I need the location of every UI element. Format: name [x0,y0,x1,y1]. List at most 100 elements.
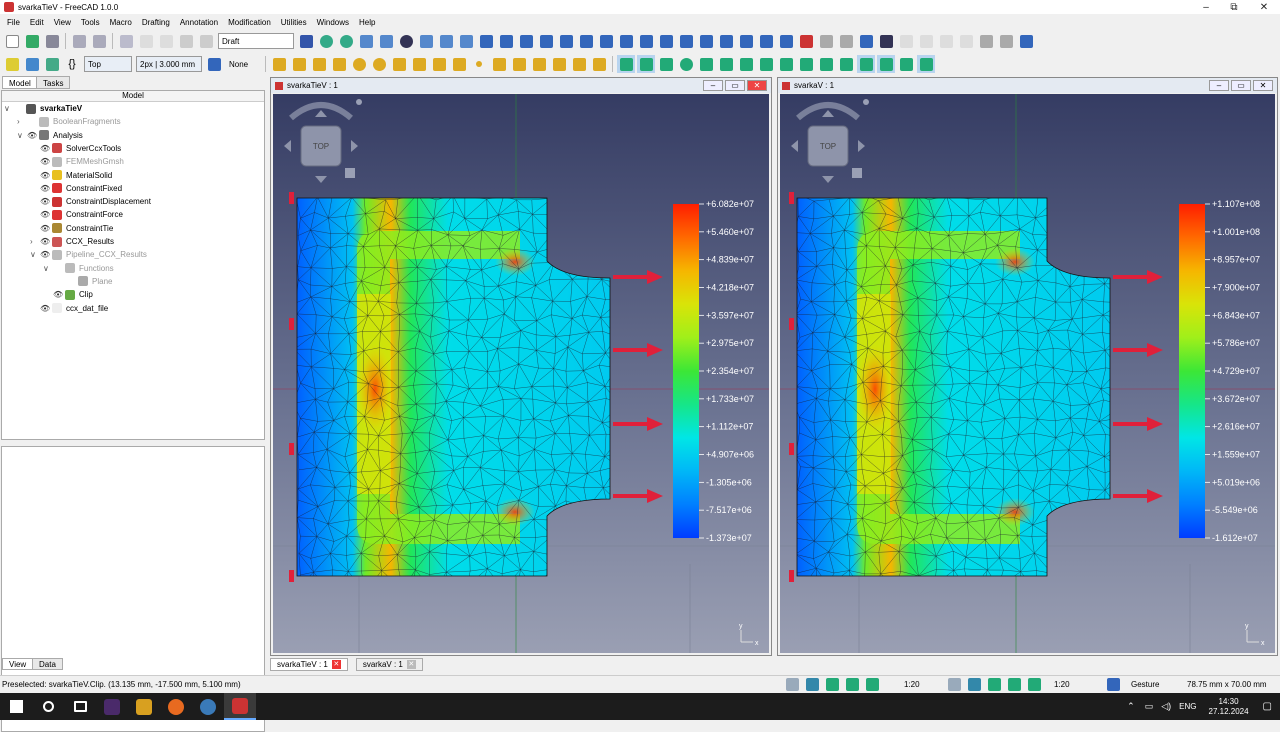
heal-icon[interactable] [997,32,1015,50]
menu-edit[interactable]: Edit [25,18,49,27]
volume-icon[interactable]: ◁) [1161,701,1171,712]
toggle-display-mode-icon[interactable] [977,32,995,50]
tab-model[interactable]: Model [2,76,38,89]
snap-status-icon[interactable] [1005,676,1023,694]
delete-icon[interactable] [197,32,215,50]
menu-view[interactable]: View [49,18,76,27]
toggle-grid-icon[interactable] [917,55,935,73]
visibility-eye-icon[interactable]: 👁 [40,197,50,206]
view-window-plain[interactable]: svarkaV : 1 – ▭ ✕ +1.107e+08 +1.001e+08 +8… [777,77,1278,656]
zoom-fit-icon[interactable] [317,32,335,50]
dimension-readout[interactable]: 78.75 mm x 70.00 mm [1187,680,1267,689]
view-close-button[interactable]: ✕ [1253,80,1273,91]
snap-status-icon[interactable] [863,676,881,694]
clock[interactable]: 14:30 27.12.2024 [1209,697,1249,717]
tree-item[interactable]: Plane [56,275,112,288]
point-icon[interactable] [470,55,488,73]
copy-icon[interactable] [137,32,155,50]
link-icon[interactable] [43,55,61,73]
snap-midpoint-icon[interactable] [657,55,675,73]
view-right-icon[interactable] [457,32,475,50]
view-maximize-button[interactable]: ▭ [1231,80,1251,91]
tree-item[interactable]: 👁 ConstraintFixed [30,182,122,195]
select-group-icon[interactable] [937,32,955,50]
visibility-eye-icon[interactable]: 👁 [27,131,37,140]
menu-modification[interactable]: Modification [223,18,276,27]
scale-icon[interactable] [517,32,535,50]
new-document-icon[interactable] [3,32,21,50]
view-window-tie[interactable]: svarkaTieV : 1 – ▭ ✕ +6.082e+07 +5.460e+0… [270,77,772,656]
menu-utilities[interactable]: Utilities [276,18,312,27]
taskbar-app-icon[interactable] [128,693,160,720]
layer-icon[interactable] [857,32,875,50]
visibility-eye-icon[interactable]: 👁 [40,184,50,193]
snap-special-icon[interactable] [797,55,815,73]
refresh-icon[interactable] [117,32,135,50]
visibility-eye-icon[interactable]: 👁 [40,224,50,233]
tree-item[interactable]: › 👁 CCX_Results [30,235,114,248]
firefox-icon[interactable] [160,693,192,720]
redo-icon[interactable] [90,32,108,50]
working-plane-icon[interactable] [877,32,895,50]
tree-item[interactable]: 👁 ConstraintForce [30,208,123,221]
nav-arrow-right-icon[interactable] [858,140,865,152]
folder-icon[interactable] [23,55,41,73]
notification-icon[interactable]: ▢ [1263,701,1272,712]
open-document-icon[interactable] [23,32,41,50]
navigation-cube[interactable]: TOP [284,99,362,183]
bezier-icon[interactable] [450,55,468,73]
nav-mini-cube-icon[interactable] [345,168,355,178]
snap-dimensions-icon[interactable] [897,55,915,73]
snap-none-button[interactable]: None [226,56,260,72]
whats-this-icon[interactable] [297,32,315,50]
paste-icon[interactable] [157,32,175,50]
draw-style-status-icon[interactable] [1104,676,1122,694]
view-minimize-button[interactable]: – [703,80,723,91]
nav-arrow-up-icon[interactable] [822,110,834,117]
navigation-cube[interactable]: TOP [791,99,869,183]
split-icon[interactable] [697,32,715,50]
cut-icon[interactable] [177,32,195,50]
snap-working-plane-icon[interactable] [877,55,895,73]
menu-macro[interactable]: Macro [105,18,137,27]
stretch-icon[interactable] [577,32,595,50]
snap-endpoint-icon[interactable] [637,55,655,73]
fem-result-viewport[interactable]: +6.082e+07 +5.460e+07 +4.839e+07 +4.218e+07… [273,94,769,653]
close-tab-icon[interactable]: ✕ [406,659,416,669]
snap-lock-icon[interactable] [617,55,635,73]
snap-angle-icon[interactable] [697,55,715,73]
minimize-button[interactable]: – [1192,0,1220,14]
fillet-icon[interactable] [310,55,328,73]
windows-start-icon[interactable] [0,693,32,720]
search-icon[interactable] [32,693,64,720]
fem-result-viewport[interactable]: +1.107e+08 +1.001e+08 +8.957e+07 +7.900e+07… [780,94,1275,653]
shapestring-icon[interactable] [510,55,528,73]
network-icon[interactable]: ▭ [1145,701,1154,712]
navigation-style-button[interactable]: Gesture [1131,680,1181,689]
downgrade-icon[interactable] [737,32,755,50]
grid-toggle-icon[interactable] [945,676,963,694]
tree-expander-icon[interactable]: ∨ [17,131,27,140]
grid-array-icon[interactable] [637,32,655,50]
nav-arrow-left-icon[interactable] [791,140,798,152]
polygon-icon[interactable] [410,55,428,73]
view-maximize-button[interactable]: ▭ [725,80,745,91]
tree-item[interactable]: 👁 FEMMeshGmsh [30,155,124,168]
annotation-styles-icon[interactable] [897,32,915,50]
text-icon[interactable] [550,55,568,73]
nav-arrow-right-icon[interactable] [351,140,358,152]
snap-perpendicular-icon[interactable] [737,55,755,73]
freecad-taskbar-icon[interactable] [224,693,256,720]
view-front-icon[interactable] [417,32,435,50]
facebinder-create-icon[interactable] [490,55,508,73]
clone-icon[interactable] [597,32,615,50]
array-icon[interactable] [617,32,635,50]
zoom-selection-icon[interactable] [337,32,355,50]
add-construction-icon[interactable] [957,32,975,50]
tree-item[interactable]: ∨ Functions [43,262,114,275]
snap-ortho-icon[interactable] [837,55,855,73]
subelement-highlight-icon[interactable] [797,32,815,50]
tab-view[interactable]: View [2,658,34,670]
hatch-icon[interactable] [530,55,548,73]
facebinder-icon[interactable] [817,32,835,50]
